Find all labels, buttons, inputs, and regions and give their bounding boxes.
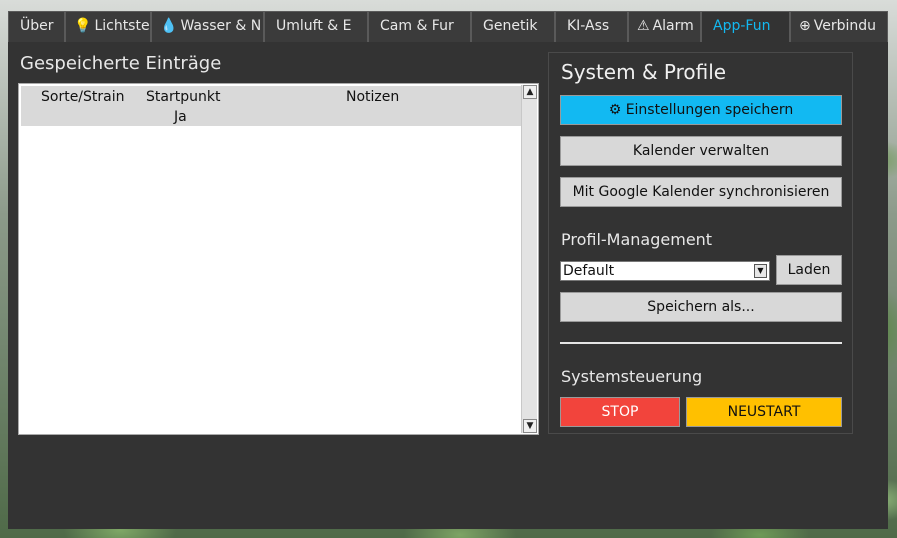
tab-label: Alarm [652, 18, 694, 34]
tab-ki-assistent[interactable]: KI-Ass [555, 11, 628, 42]
saved-entries-title: Gespeicherte Einträge [20, 53, 222, 74]
bulb-icon: 💡 [74, 18, 92, 34]
tab-cam[interactable]: Cam & Fur [368, 11, 471, 42]
save-settings-button[interactable]: ⚙ Einstellungen speichern [560, 95, 842, 125]
tab-label: App-Fun [713, 18, 771, 34]
restart-button[interactable]: NEUSTART [686, 397, 842, 427]
tab-label: KI-Ass [567, 18, 610, 34]
tab-umluft[interactable]: Umluft & E [264, 11, 368, 42]
tab-label: Über [20, 18, 54, 34]
tab-ueber[interactable]: Über [8, 11, 65, 42]
globe-icon: ⊕ [799, 18, 811, 34]
save-as-button[interactable]: Speichern als... [560, 292, 842, 322]
load-profile-button[interactable]: Laden [776, 255, 842, 285]
tab-label: Lichtste [94, 18, 150, 34]
tab-label: Verbindu [813, 18, 877, 34]
column-header-sorte[interactable]: Sorte/Strain [41, 89, 125, 105]
drop-icon: 💧 [160, 18, 178, 34]
column-header-notizen[interactable]: Notizen [346, 89, 399, 105]
saved-entries-list[interactable]: Sorte/Strain Startpunkt Notizen Ja ▲ ▼ [18, 83, 539, 435]
list-header: Sorte/Strain Startpunkt Notizen Ja [21, 86, 521, 126]
manage-calendar-button[interactable]: Kalender verwalten [560, 136, 842, 166]
column-header-startpunkt[interactable]: Startpunkt [146, 89, 220, 105]
tab-genetik[interactable]: Genetik [471, 11, 555, 42]
system-control-title: Systemsteuerung [561, 367, 703, 386]
google-calendar-sync-button[interactable]: Mit Google Kalender synchronisieren [560, 177, 842, 207]
tab-label: Genetik [483, 18, 538, 34]
panel-title: System & Profile [561, 60, 727, 84]
stop-button[interactable]: STOP [560, 397, 680, 427]
profile-select[interactable]: Default ▼ [560, 261, 770, 281]
profile-management-title: Profil-Management [561, 230, 713, 249]
chevron-down-icon[interactable]: ▼ [754, 264, 767, 278]
tab-app-funktionen[interactable]: App-Fun [701, 11, 790, 42]
tab-alarm[interactable]: ⚠ Alarm [628, 11, 701, 42]
row-startpunkt: Ja [174, 109, 187, 125]
tab-wasser[interactable]: 💧 Wasser & N [151, 11, 264, 42]
warning-icon: ⚠ [637, 18, 650, 34]
profile-select-value: Default [563, 263, 615, 279]
scroll-down-icon[interactable]: ▼ [523, 419, 537, 433]
tab-label: Cam & Fur [380, 18, 454, 34]
tab-verbindung[interactable]: ⊕ Verbindu [790, 11, 888, 42]
tab-lichtsteuerung[interactable]: 💡 Lichtste [65, 11, 151, 42]
tab-label: Umluft & E [276, 18, 352, 34]
divider [560, 342, 842, 344]
scroll-up-icon[interactable]: ▲ [523, 85, 537, 99]
tab-label: Wasser & N [180, 18, 262, 34]
tab-bar: Über 💡 Lichtste 💧 Wasser & N Umluft & E Ca… [8, 11, 888, 42]
vertical-scrollbar[interactable]: ▲ ▼ [521, 85, 537, 433]
system-profile-panel: System & Profile ⚙ Einstellungen speiche… [548, 52, 853, 434]
